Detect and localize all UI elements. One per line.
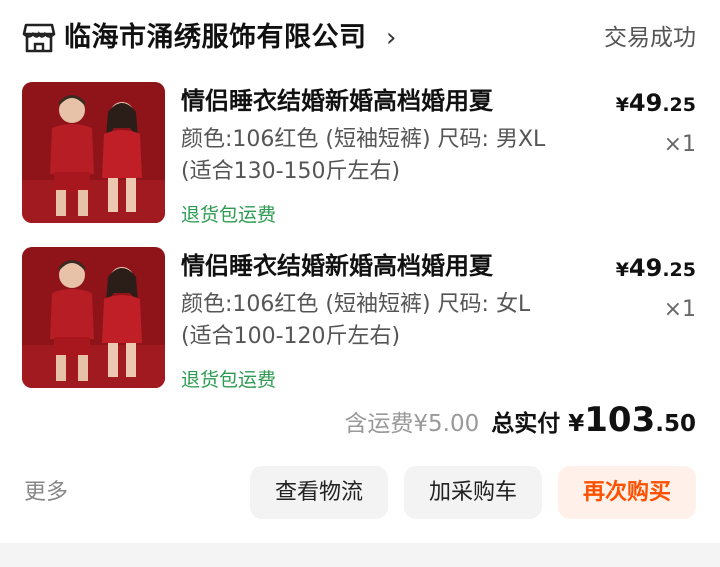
item-quantity: ×1	[663, 297, 696, 322]
order-item[interactable]: 情侣睡衣结婚新婚高档婚用夏 颜色:106红色 (短袖短裤) 尺码: 男XL (适…	[0, 82, 720, 242]
order-item[interactable]: 情侣睡衣结婚新婚高档婚用夏 颜色:106红色 (短袖短裤) 尺码: 女L (适合…	[0, 247, 720, 407]
shop-icon	[22, 23, 56, 53]
product-spec: 颜色:106红色 (短袖短裤) 尺码: 女L (适合100-120斤左右)	[181, 292, 531, 349]
order-status: 交易成功	[604, 25, 696, 51]
section-divider	[0, 543, 720, 567]
product-spec: 颜色:106红色 (短袖短裤) 尺码: 男XL (适合130-150斤左右)	[181, 127, 546, 184]
return-shipping-tag: 退货包运费	[181, 369, 277, 391]
add-to-cart-button[interactable]: 加采购车	[404, 466, 542, 519]
return-shipping-tag: 退货包运费	[181, 204, 277, 226]
product-thumbnail[interactable]	[22, 82, 165, 223]
product-title[interactable]: 情侣睡衣结婚新婚高档婚用夏	[181, 249, 493, 283]
buy-again-button[interactable]: 再次购买	[558, 466, 696, 519]
item-price: ¥49.25	[615, 89, 696, 117]
shop-name-link[interactable]: 临海市涌绣服饰有限公司	[64, 18, 367, 58]
shipping-fee: 含运费¥5.00	[344, 411, 480, 437]
more-button[interactable]: 更多	[24, 477, 68, 509]
chevron-right-icon[interactable]: ›	[386, 18, 396, 58]
item-price: ¥49.25	[615, 254, 696, 282]
order-header: 临海市涌绣服饰有限公司 › 交易成功	[0, 0, 720, 78]
item-quantity: ×1	[663, 132, 696, 157]
total-amount: 103	[584, 400, 656, 440]
product-thumbnail[interactable]	[22, 247, 165, 388]
order-summary: 含运费¥5.00 总实付 ¥103.50	[344, 400, 696, 448]
view-logistics-button[interactable]: 查看物流	[250, 466, 388, 519]
total-currency: ¥	[568, 411, 585, 437]
total-label: 总实付	[491, 411, 561, 437]
total-decimal: .50	[655, 411, 696, 437]
product-title[interactable]: 情侣睡衣结婚新婚高档婚用夏	[181, 84, 493, 118]
